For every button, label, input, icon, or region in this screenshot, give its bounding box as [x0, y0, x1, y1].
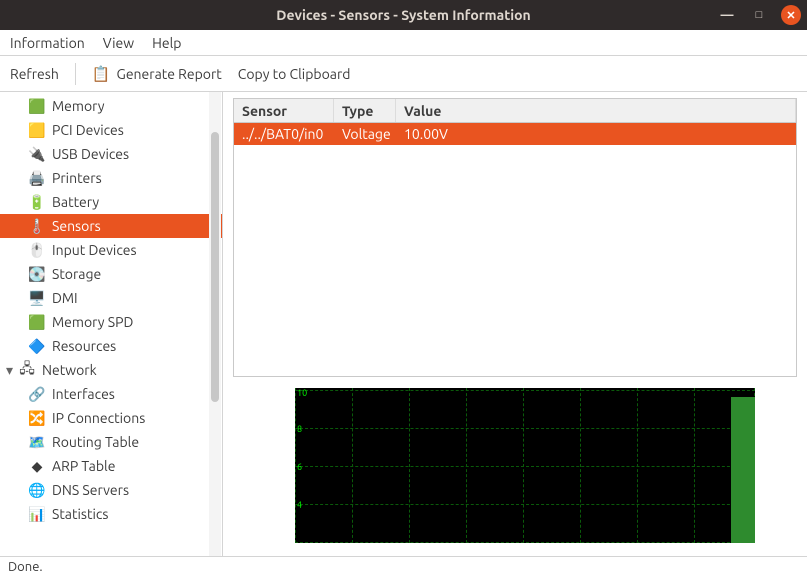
- ip-icon: 🔀: [28, 409, 46, 427]
- sidebar-item-label: Statistics: [52, 506, 108, 522]
- graph-area: 10 8 6 4: [233, 385, 797, 550]
- printer-icon: 🖨️: [28, 169, 46, 187]
- dns-icon: 🌐: [28, 481, 46, 499]
- sidebar-item-resources[interactable]: 🔷 Resources: [0, 334, 222, 358]
- sidebar-item-routing-table[interactable]: 🗺️ Routing Table: [0, 430, 222, 454]
- header-sensor[interactable]: Sensor: [234, 99, 334, 122]
- sidebar-item-memory-spd[interactable]: 🟩 Memory SPD: [0, 310, 222, 334]
- sidebar-item-label: Routing Table: [52, 434, 139, 450]
- sidebar-item-dmi[interactable]: 🖥️ DMI: [0, 286, 222, 310]
- y-tick-6: 6: [297, 462, 302, 472]
- sidebar-item-label: PCI Devices: [52, 122, 124, 138]
- window-controls: — □ ✕: [717, 5, 801, 25]
- sidebar-item-battery[interactable]: 🔋 Battery: [0, 190, 222, 214]
- header-value[interactable]: Value: [396, 99, 796, 122]
- sensor-graph: 10 8 6 4: [295, 388, 755, 543]
- content-pane: Sensor Type Value ../../BAT0/in0Voltage1…: [223, 92, 807, 556]
- sidebar-item-label: Interfaces: [52, 386, 115, 402]
- stats-icon: 📊: [28, 505, 46, 523]
- sidebar-item-label: Battery: [52, 194, 99, 210]
- sidebar-item-label: Input Devices: [52, 242, 137, 258]
- battery-icon: 🔋: [28, 193, 46, 211]
- sidebar-item-network[interactable]: ▾🖧 Network: [0, 358, 222, 382]
- network-icon: 🖧: [18, 361, 36, 379]
- sidebar-item-label: DMI: [52, 290, 78, 306]
- sensors-icon: 🌡️: [28, 217, 46, 235]
- sidebar-item-label: Storage: [52, 266, 101, 282]
- close-button[interactable]: ✕: [781, 5, 801, 25]
- y-tick-10: 10: [297, 388, 307, 398]
- sidebar-item-storage[interactable]: 💽 Storage: [0, 262, 222, 286]
- sidebar-item-ip-connections[interactable]: 🔀 IP Connections: [0, 406, 222, 430]
- menu-view[interactable]: View: [103, 35, 134, 51]
- usb-icon: 🔌: [28, 145, 46, 163]
- cell-value: 10.00V: [396, 126, 796, 142]
- sidebar-item-label: USB Devices: [52, 146, 129, 162]
- sensor-table: Sensor Type Value ../../BAT0/in0Voltage1…: [233, 98, 797, 377]
- sidebar-item-statistics[interactable]: 📊 Statistics: [0, 502, 222, 526]
- sidebar-item-interfaces[interactable]: 🔗 Interfaces: [0, 382, 222, 406]
- sidebar-item-printers[interactable]: 🖨️ Printers: [0, 166, 222, 190]
- menubar: Information View Help: [0, 30, 807, 56]
- sidebar-item-label: Memory SPD: [52, 314, 133, 330]
- pci-icon: 🟨: [28, 121, 46, 139]
- refresh-button[interactable]: Refresh: [10, 66, 59, 82]
- sidebar-scrollbar[interactable]: [209, 92, 221, 556]
- cell-type: Voltage: [334, 126, 396, 142]
- menu-help[interactable]: Help: [152, 35, 181, 51]
- generate-report-button[interactable]: 📋 Generate Report: [92, 65, 222, 83]
- y-tick-8: 8: [297, 424, 302, 434]
- sidebar-item-input-devices[interactable]: 🖱️ Input Devices: [0, 238, 222, 262]
- sidebar-item-label: DNS Servers: [52, 482, 129, 498]
- memory-icon: 🟩: [28, 97, 46, 115]
- sidebar-item-usb-devices[interactable]: 🔌 USB Devices: [0, 142, 222, 166]
- menu-information[interactable]: Information: [10, 35, 85, 51]
- sidebar-item-label: Sensors: [52, 218, 101, 234]
- separator: [75, 63, 76, 85]
- copy-label: Copy to Clipboard: [238, 66, 351, 82]
- sidebar: 🟩 Memory 🟨 PCI Devices 🔌 USB Devices 🖨️ Printer…: [0, 92, 223, 556]
- copy-clipboard-button[interactable]: Copy to Clipboard: [238, 66, 351, 82]
- routing-icon: 🗺️: [28, 433, 46, 451]
- resources-icon: 🔷: [28, 337, 46, 355]
- storage-icon: 💽: [28, 265, 46, 283]
- chevron-down-icon: ▾: [6, 362, 18, 379]
- dmi-icon: 🖥️: [28, 289, 46, 307]
- sidebar-item-sensors[interactable]: 🌡️ Sensors: [0, 214, 222, 238]
- table-header: Sensor Type Value: [234, 99, 796, 123]
- sidebar-item-arp-table[interactable]: ◆ ARP Table: [0, 454, 222, 478]
- scrollbar-thumb[interactable]: [211, 132, 219, 402]
- arp-icon: ◆: [28, 457, 46, 475]
- toolbar: Refresh 📋 Generate Report Copy to Clipbo…: [0, 56, 807, 92]
- window-title: Devices - Sensors - System Information: [0, 7, 807, 23]
- sidebar-item-label: Printers: [52, 170, 102, 186]
- graph-trace: [731, 397, 755, 543]
- cell-sensor: ../../BAT0/in0: [234, 126, 334, 142]
- titlebar: Devices - Sensors - System Information —…: [0, 0, 807, 30]
- table-row[interactable]: ../../BAT0/in0Voltage10.00V: [234, 123, 796, 145]
- clipboard-icon: 📋: [92, 65, 111, 83]
- sidebar-item-label: Memory: [52, 98, 105, 114]
- refresh-label: Refresh: [10, 66, 59, 82]
- sidebar-item-label: Resources: [52, 338, 116, 354]
- sidebar-item-dns-servers[interactable]: 🌐 DNS Servers: [0, 478, 222, 502]
- interfaces-icon: 🔗: [28, 385, 46, 403]
- generate-report-label: Generate Report: [117, 66, 222, 82]
- main-area: 🟩 Memory 🟨 PCI Devices 🔌 USB Devices 🖨️ Printer…: [0, 92, 807, 556]
- sidebar-item-label: Network: [42, 362, 97, 378]
- input-icon: 🖱️: [28, 241, 46, 259]
- y-tick-4: 4: [297, 500, 302, 510]
- sidebar-item-pci-devices[interactable]: 🟨 PCI Devices: [0, 118, 222, 142]
- sidebar-item-label: ARP Table: [52, 458, 115, 474]
- header-type[interactable]: Type: [334, 99, 396, 122]
- status-bar: Done.: [0, 556, 807, 576]
- sidebar-item-label: IP Connections: [52, 410, 145, 426]
- minimize-button[interactable]: —: [717, 5, 737, 25]
- status-text: Done.: [8, 560, 43, 574]
- spd-icon: 🟩: [28, 313, 46, 331]
- sidebar-item-memory[interactable]: 🟩 Memory: [0, 94, 222, 118]
- maximize-button[interactable]: □: [749, 5, 769, 25]
